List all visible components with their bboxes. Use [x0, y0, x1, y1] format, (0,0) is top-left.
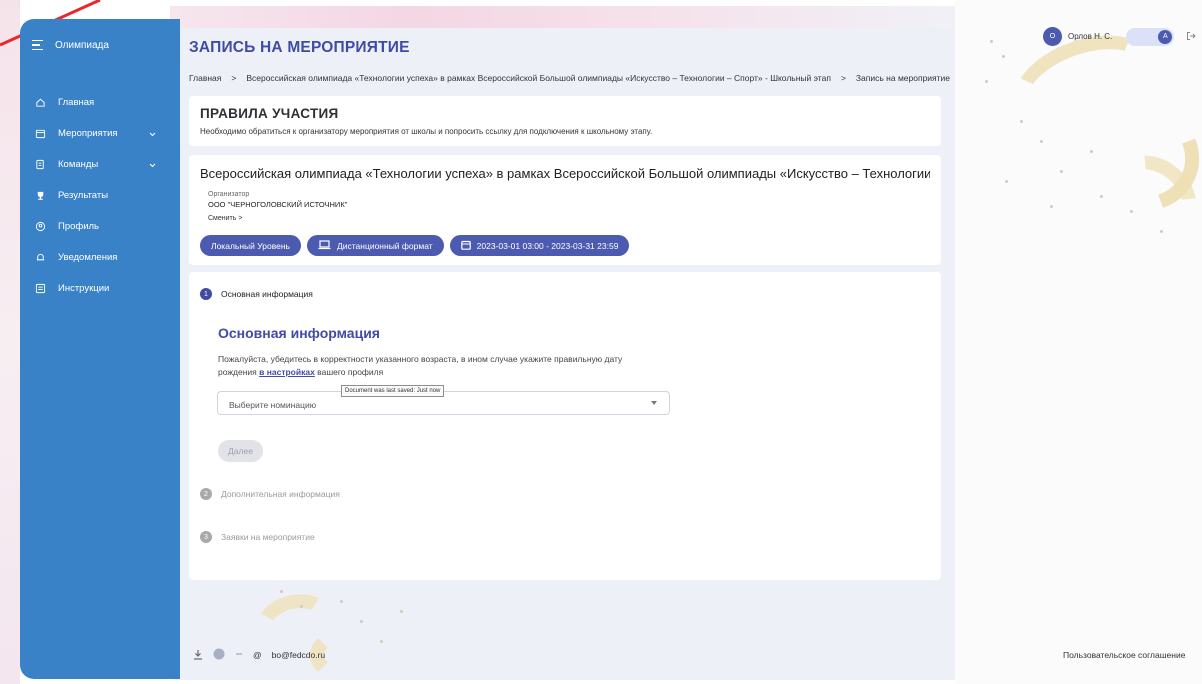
user-area: О Орлов Н. С. A — [1043, 27, 1197, 46]
sidebar-item-profile[interactable]: Профиль — [20, 211, 180, 242]
profile-icon — [34, 221, 46, 233]
bell-icon — [34, 252, 46, 264]
chevron-down-icon — [149, 129, 156, 140]
chevron-down-icon — [149, 160, 156, 171]
sidebar: Олимпиада Главная Мероприятия Команды Ре… — [20, 19, 180, 679]
step-label: Основная информация — [221, 289, 313, 299]
format-chip-label: Дистанционный формат — [336, 240, 433, 251]
age-hint: Пожалуйста, убедитесь в корректности ука… — [218, 353, 658, 379]
section-title: Основная информация — [218, 325, 380, 341]
home-icon — [34, 97, 46, 109]
dates-chip-label: 2023-03-01 03:00 - 2023-03-31 23:59 — [476, 240, 619, 251]
format-chip: Дистанционный формат — [306, 235, 444, 256]
download-icon[interactable] — [193, 649, 203, 662]
phone-icon — [235, 650, 243, 660]
level-chip: Локальный Уровень — [200, 235, 301, 256]
user-name[interactable]: Орлов Н. С. — [1068, 32, 1112, 41]
vk-icon[interactable] — [213, 648, 225, 662]
event-title: Всероссийская олимпиада «Технологии успе… — [200, 166, 930, 181]
sidebar-item-label: Инструкции — [58, 283, 110, 294]
dates-chip: 2023-03-01 03:00 - 2023-03-31 23:59 — [449, 235, 630, 256]
step-1[interactable]: 1 Основная информация — [200, 288, 313, 300]
sidebar-header: Олимпиада — [20, 19, 180, 71]
sidebar-item-instructions[interactable]: Инструкции — [20, 273, 180, 304]
accessibility-toggle[interactable]: A — [1126, 27, 1175, 46]
sidebar-item-notifications[interactable]: Уведомления — [20, 242, 180, 273]
sidebar-item-label: Мероприятия — [58, 128, 118, 139]
rules-title: ПРАВИЛА УЧАСТИЯ — [200, 106, 339, 121]
sidebar-item-label: Команды — [58, 159, 99, 170]
step-3[interactable]: 3 Заявки на мероприятие — [200, 531, 315, 543]
calendar-icon — [460, 240, 471, 252]
step-number: 1 — [200, 288, 212, 300]
contact-email[interactable]: bo@fedcdo.ru — [272, 650, 326, 660]
at-icon: @ — [253, 650, 262, 660]
organizer-name: ООО "ЧЕРНОГОЛОВСКИЙ ИСТОЧНИК" — [208, 200, 348, 209]
sidebar-item-label: Главная — [58, 97, 95, 108]
sidebar-item-label: Уведомления — [58, 252, 118, 263]
sidebar-item-label: Результаты — [58, 190, 109, 201]
page-title: ЗАПИСЬ НА МЕРОПРИЯТИЕ — [189, 39, 410, 56]
laptop-icon — [318, 239, 331, 252]
calendar-icon — [34, 128, 46, 140]
breadcrumb-separator: > — [840, 73, 846, 83]
step-2[interactable]: 2 Дополнительная информация — [200, 488, 340, 500]
sidebar-item-home[interactable]: Главная — [20, 87, 180, 118]
logout-icon[interactable] — [1186, 31, 1197, 43]
breadcrumb-separator: > — [231, 73, 237, 83]
nomination-placeholder: Выберите номинацию — [229, 400, 317, 410]
step-label: Дополнительная информация — [221, 489, 340, 499]
user-agreement-link[interactable]: Пользовательское соглашение — [1063, 650, 1185, 660]
step-label: Заявки на мероприятие — [221, 532, 315, 542]
breadcrumb-home[interactable]: Главная — [189, 73, 221, 83]
rules-text: Необходимо обратиться к организатору мер… — [200, 127, 653, 136]
change-organizer-link[interactable]: Сменить > — [208, 215, 242, 222]
level-chip-label: Локальный Уровень — [211, 240, 290, 251]
team-icon — [34, 159, 46, 171]
sidebar-item-events[interactable]: Мероприятия — [20, 118, 180, 149]
organizer-label: Организатор — [208, 191, 250, 198]
save-status-tooltip: Document was last saved: Just now — [341, 385, 445, 397]
footer-contacts: @ bo@fedcdo.ru — [193, 648, 325, 662]
event-chips: Локальный Уровень Дистанционный формат 2… — [200, 235, 930, 256]
menu-icon[interactable] — [32, 39, 43, 51]
dropdown-arrow-icon — [651, 401, 657, 405]
breadcrumb: Главная > Всероссийская олимпиада «Техноло… — [189, 73, 959, 83]
sidebar-nav: Главная Мероприятия Команды Результаты П… — [20, 87, 180, 304]
next-button[interactable]: Далее — [218, 440, 263, 462]
step-number: 3 — [200, 531, 212, 543]
settings-link[interactable]: в настройках — [259, 367, 315, 377]
sidebar-item-results[interactable]: Результаты — [20, 180, 180, 211]
rules-card: ПРАВИЛА УЧАСТИЯ Необходимо обратиться к … — [189, 96, 941, 146]
avatar[interactable]: О — [1043, 27, 1062, 46]
sidebar-item-teams[interactable]: Команды — [20, 149, 180, 180]
sidebar-title: Олимпиада — [55, 39, 109, 51]
sidebar-item-label: Профиль — [58, 221, 100, 232]
breadcrumb-current: Запись на мероприятие — [855, 73, 951, 83]
breadcrumb-event[interactable]: Всероссийская олимпиада «Технологии успе… — [246, 73, 831, 83]
trophy-icon — [34, 190, 46, 202]
event-card: Всероссийская олимпиада «Технологии успе… — [189, 155, 941, 265]
document-icon — [34, 283, 46, 295]
hint-text-end: вашего профиля — [314, 367, 384, 378]
step-number: 2 — [200, 488, 212, 500]
toggle-knob: A — [1158, 29, 1173, 44]
